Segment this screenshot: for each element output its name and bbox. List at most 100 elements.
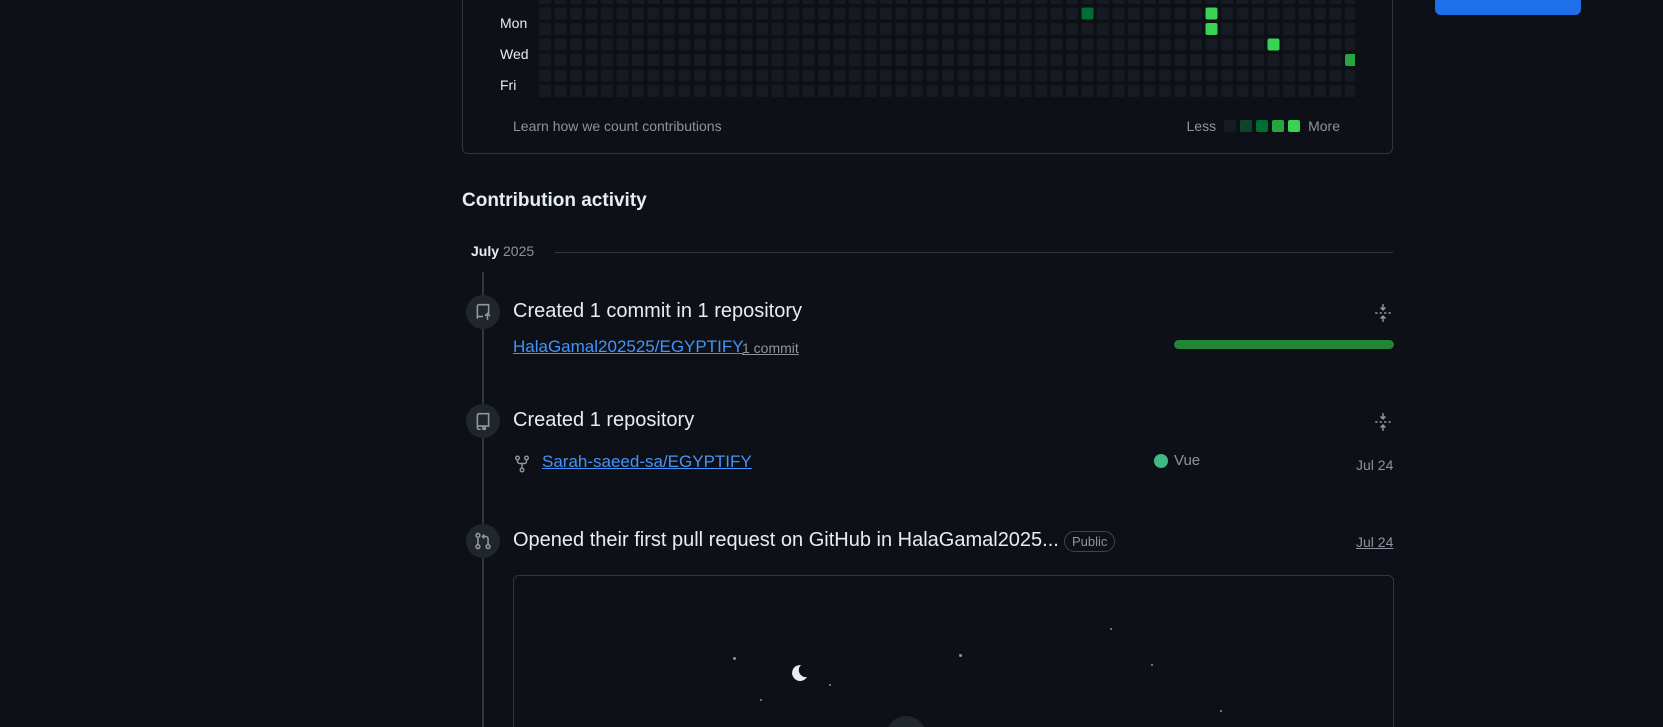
contribution-cell[interactable] xyxy=(1050,38,1063,51)
contribution-cell[interactable] xyxy=(1314,0,1326,4)
contribution-cell[interactable] xyxy=(678,23,691,35)
contribution-cell[interactable] xyxy=(1050,54,1063,66)
contribution-cell[interactable] xyxy=(1143,7,1156,20)
contribution-cell[interactable] xyxy=(880,23,892,35)
contribution-cell[interactable] xyxy=(539,85,551,97)
contribution-cell[interactable] xyxy=(632,85,644,97)
contribution-cell[interactable] xyxy=(1112,54,1125,66)
contribution-cell[interactable] xyxy=(570,38,582,51)
contribution-cell[interactable] xyxy=(601,85,613,97)
contribution-cell[interactable] xyxy=(849,23,861,35)
contribution-cell[interactable] xyxy=(1050,85,1063,97)
contribution-cell[interactable] xyxy=(1035,85,1047,97)
fold-icon[interactable] xyxy=(1374,412,1392,437)
contribution-cell[interactable] xyxy=(554,23,567,35)
contribution-cell[interactable] xyxy=(957,85,970,97)
contribution-cell[interactable] xyxy=(539,0,551,4)
contribution-cell[interactable] xyxy=(849,69,861,82)
contribution-cell[interactable] xyxy=(632,54,644,66)
contribution-cell[interactable] xyxy=(942,85,954,97)
contribution-cell[interactable] xyxy=(1345,69,1355,82)
contribution-cell[interactable] xyxy=(1004,54,1016,66)
contribution-cell[interactable] xyxy=(880,38,892,51)
contribution-cell[interactable] xyxy=(849,7,861,20)
contribution-cell[interactable] xyxy=(911,23,923,35)
contribution-cell[interactable] xyxy=(1190,69,1202,82)
contribution-cell[interactable] xyxy=(1097,38,1109,51)
contribution-cell[interactable] xyxy=(1081,23,1094,35)
contribution-cell[interactable] xyxy=(973,69,985,82)
contribution-cell[interactable] xyxy=(895,85,908,97)
contribution-cell[interactable] xyxy=(942,23,954,35)
contribution-cell[interactable] xyxy=(1097,69,1109,82)
contribution-cell[interactable] xyxy=(1314,23,1326,35)
contribution-cell[interactable] xyxy=(1236,7,1249,20)
contribution-cell[interactable] xyxy=(570,23,582,35)
contribution-cell[interactable] xyxy=(647,69,660,82)
contribution-cell[interactable] xyxy=(864,69,877,82)
contribution-cell[interactable] xyxy=(1221,69,1233,82)
contribution-cell[interactable] xyxy=(926,54,939,66)
contribution-cell[interactable] xyxy=(632,69,644,82)
contribution-cell[interactable] xyxy=(1329,23,1342,35)
commit-count-link[interactable]: 1 commit xyxy=(742,340,799,356)
contribution-cell[interactable] xyxy=(1004,23,1016,35)
contribution-cell[interactable] xyxy=(771,23,784,35)
contribution-cell[interactable] xyxy=(1345,7,1355,20)
contribution-cell[interactable] xyxy=(1283,7,1295,20)
contribution-cell[interactable] xyxy=(570,69,582,82)
contribution-cell[interactable] xyxy=(1081,0,1094,4)
contribution-cell[interactable] xyxy=(1329,54,1342,66)
contribution-cell[interactable] xyxy=(1035,69,1047,82)
contribution-cell[interactable] xyxy=(1267,54,1280,66)
contribution-cell[interactable] xyxy=(802,85,815,97)
contribution-cell[interactable] xyxy=(895,54,908,66)
contribution-cell[interactable] xyxy=(895,23,908,35)
contribution-cell[interactable] xyxy=(570,0,582,4)
contribution-cell[interactable] xyxy=(787,38,799,51)
contribution-cell[interactable] xyxy=(771,54,784,66)
contribution-cell[interactable] xyxy=(1221,0,1233,4)
contribution-cell[interactable] xyxy=(942,7,954,20)
contribution-cell[interactable] xyxy=(1112,23,1125,35)
contribution-cell[interactable] xyxy=(1019,38,1032,51)
contribution-cell[interactable] xyxy=(802,69,815,82)
contribution-cell[interactable] xyxy=(709,7,722,20)
contribution-cell[interactable] xyxy=(1314,54,1326,66)
contribution-cell[interactable] xyxy=(632,7,644,20)
contribution-cell[interactable] xyxy=(1035,23,1047,35)
contribution-cell[interactable] xyxy=(678,69,691,82)
contribution-cell[interactable] xyxy=(694,7,706,20)
contribution-cell[interactable] xyxy=(1174,7,1187,20)
contribution-cell[interactable] xyxy=(756,23,768,35)
contribution-cell[interactable] xyxy=(1205,7,1218,20)
contribution-cell[interactable] xyxy=(1004,7,1016,20)
contribution-cell[interactable] xyxy=(988,69,1001,82)
contribution-cell[interactable] xyxy=(1221,7,1233,20)
contribution-cell[interactable] xyxy=(740,54,753,66)
contribution-cell[interactable] xyxy=(957,38,970,51)
contribution-cell[interactable] xyxy=(616,54,629,66)
contribution-cell[interactable] xyxy=(725,69,737,82)
contribution-cell[interactable] xyxy=(880,69,892,82)
contribution-cell[interactable] xyxy=(864,23,877,35)
contribution-cell[interactable] xyxy=(663,69,675,82)
contribution-cell[interactable] xyxy=(709,85,722,97)
contribution-cell[interactable] xyxy=(709,69,722,82)
contribution-cell[interactable] xyxy=(585,38,598,51)
contribution-cell[interactable] xyxy=(926,69,939,82)
contribution-cell[interactable] xyxy=(632,0,644,4)
contribution-cell[interactable] xyxy=(585,54,598,66)
contribution-cell[interactable] xyxy=(1298,54,1311,66)
contribution-cell[interactable] xyxy=(1066,23,1078,35)
contribution-cell[interactable] xyxy=(601,7,613,20)
contribution-cell[interactable] xyxy=(802,0,815,4)
learn-contributions-link[interactable]: Learn how we count contributions xyxy=(513,118,722,134)
contribution-cell[interactable] xyxy=(694,0,706,4)
contribution-cell[interactable] xyxy=(988,7,1001,20)
contribution-cell[interactable] xyxy=(1345,38,1355,51)
contribution-cell[interactable] xyxy=(1128,85,1140,97)
contribution-cell[interactable] xyxy=(1019,0,1032,4)
contribution-cell[interactable] xyxy=(740,69,753,82)
contribution-cell[interactable] xyxy=(1298,85,1311,97)
